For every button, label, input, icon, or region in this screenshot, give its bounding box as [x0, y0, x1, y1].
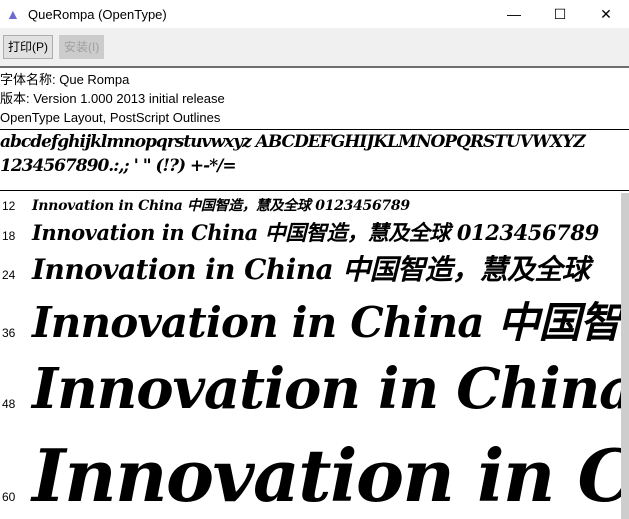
vertical-scrollbar[interactable]	[621, 193, 629, 519]
sample-row: 12 Innovation in China 中国智造，慧及全球 01234567…	[0, 195, 410, 215]
toolbar: 打印(P) 安装(I)	[0, 28, 629, 68]
sample-row: 24 Innovation in China 中国智造，慧及全球	[0, 248, 590, 288]
font-info: 字体名称: Que Rompa 版本: Version 1.000 2013 i…	[0, 68, 629, 130]
sample-row: 60 Innovation in China	[0, 433, 621, 518]
title-bar: ▲ QueRompa (OpenType) — ☐ ✕	[0, 0, 629, 28]
sample-text: Innovation in China 中国智造，慧及全球	[32, 253, 590, 286]
print-button[interactable]: 打印(P)	[3, 35, 53, 59]
font-name: 字体名称: Que Rompa	[0, 72, 130, 87]
sample-size: 60	[2, 490, 16, 504]
sample-size: 36	[2, 326, 16, 340]
sample-size: 12	[2, 199, 16, 213]
window-title: QueRompa (OpenType)	[28, 6, 167, 22]
close-button[interactable]: ✕	[583, 0, 629, 28]
minimize-button[interactable]: —	[491, 0, 537, 28]
sample-text: Innovation in China 中国智造，慧及全球 0123456789	[32, 220, 599, 245]
font-version: 版本: Version 1.000 2013 initial release	[0, 91, 225, 106]
charset-letters: abcdefghijklmnopqrstuvwxyz ABCDEFGHIJKLM…	[0, 132, 586, 152]
sample-size: 48	[2, 397, 16, 411]
charset-symbols: 1234567890.:,; ' " (!?) +-*/=	[0, 156, 237, 176]
sample-size: 24	[2, 268, 16, 282]
sample-row: 48 Innovation in China	[0, 356, 621, 422]
sample-size: 18	[2, 229, 16, 243]
sample-text: Innovation in China	[32, 433, 621, 518]
sample-row: 36 Innovation in China 中国智造	[0, 289, 621, 350]
character-set: abcdefghijklmnopqrstuvwxyz ABCDEFGHIJKLM…	[0, 130, 629, 191]
sample-row: 18 Innovation in China 中国智造，慧及全球 01234567…	[0, 217, 599, 247]
maximize-button[interactable]: ☐	[537, 0, 583, 28]
font-type: OpenType Layout, PostScript Outlines	[0, 110, 221, 125]
font-app-icon: ▲	[6, 6, 20, 22]
sample-text: Innovation in China 中国智造，慧及全球 0123456789	[32, 198, 410, 214]
install-button[interactable]: 安装(I)	[59, 35, 105, 59]
sample-text: Innovation in China	[32, 356, 621, 422]
sample-list: 12 Innovation in China 中国智造，慧及全球 01234567…	[0, 193, 621, 519]
sample-text: Innovation in China 中国智造	[32, 298, 621, 347]
